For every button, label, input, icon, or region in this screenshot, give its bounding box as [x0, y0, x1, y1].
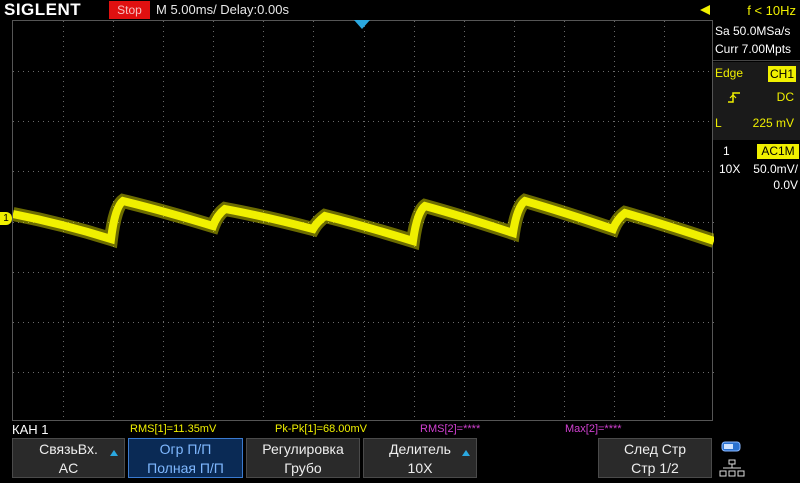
softkey-bar: СвязьВх. AC Огр П/П Полная П/П Регулиров…	[0, 438, 800, 480]
channel-coupling-badge: AC1M	[757, 144, 799, 159]
softkey-adjust[interactable]: Регулировка Грубо	[246, 438, 360, 478]
arrow-up-icon	[110, 450, 118, 456]
vertical-scale: 50.0mV/	[753, 162, 798, 176]
memory-depth: Curr 7.00Mpts	[715, 42, 792, 56]
channel-1-offset-marker[interactable]: 1	[0, 212, 12, 225]
sample-rate: Sa 50.0MSa/s	[715, 24, 791, 38]
trigger-type: Edge	[715, 66, 744, 80]
trigger-level-label: L	[715, 116, 722, 130]
trigger-position-marker-icon[interactable]	[354, 20, 370, 30]
trigger-level-value: 225 mV	[752, 116, 794, 130]
softkey-label: Огр П/П	[159, 441, 212, 457]
measurement-rms-1: RMS[1]=11.35mV	[130, 423, 217, 435]
probe-attenuation: 10X	[719, 162, 741, 176]
brand-logo: SIGLENT	[4, 0, 82, 19]
softkey-value: Стр 1/2	[631, 460, 679, 476]
divider	[713, 60, 800, 61]
softkey-value: Грубо	[284, 460, 322, 476]
vertical-offset: 0.0V	[773, 178, 798, 192]
softkey-probe[interactable]: Делитель 10X	[363, 438, 477, 478]
measurement-bar: КАН 1 RMS[1]=11.35mV Pk-Pk[1]=68.00mV RM…	[0, 421, 800, 438]
trigger-coupling: DC	[776, 90, 794, 104]
arrow-up-icon	[462, 450, 470, 456]
status-icons	[718, 440, 748, 478]
trigger-source-badge: CH1	[768, 66, 796, 82]
rising-edge-icon	[728, 92, 740, 103]
waveform-grid	[13, 21, 714, 422]
measurement-rms-2: RMS[2]=****	[420, 423, 481, 435]
usb-network-icon	[719, 441, 745, 477]
softkey-label: Делитель	[389, 441, 451, 457]
softkey-label: Регулировка	[262, 441, 344, 457]
softkey-value: Полная П/П	[147, 460, 224, 476]
channel-1-settings-box[interactable]: 1 AC1M 10X 50.0mV/ 0.0V	[713, 140, 800, 196]
trigger-frequency: f < 10Hz	[747, 3, 796, 18]
softkey-bandwidth-limit[interactable]: Огр П/П Полная П/П	[128, 438, 243, 478]
top-bar: SIGLENT Stop M 5.00ms/ Delay:0.00s f < 1…	[0, 0, 800, 20]
right-info-panel: Sa 50.0MSa/s Curr 7.00Mpts Edge CH1 DC L…	[713, 20, 800, 420]
softkey-next-page[interactable]: След Стр Стр 1/2	[598, 438, 712, 478]
trigger-status: f < 10Hz	[700, 2, 800, 20]
softkey-value: AC	[58, 460, 79, 476]
measurement-pkpk-1: Pk-Pk[1]=68.00mV	[275, 423, 368, 435]
trigger-level-marker-icon	[700, 5, 710, 15]
softkey-label: СвязьВх.	[39, 441, 98, 457]
trigger-settings-box[interactable]: Edge CH1 DC L 225 mV	[713, 62, 800, 150]
softkey-coupling[interactable]: СвязьВх. AC	[12, 438, 125, 478]
channel-number: 1	[723, 144, 730, 158]
softkey-value: 10X	[407, 460, 433, 476]
timebase-readout[interactable]: M 5.00ms/ Delay:0.00s	[156, 0, 289, 20]
softkey-label: След Стр	[623, 441, 687, 457]
measurement-max-2: Max[2]=****	[565, 423, 622, 435]
channel-menu-label: КАН 1	[12, 422, 49, 437]
waveform-display[interactable]	[12, 20, 714, 422]
run-state-badge[interactable]: Stop	[109, 1, 150, 19]
